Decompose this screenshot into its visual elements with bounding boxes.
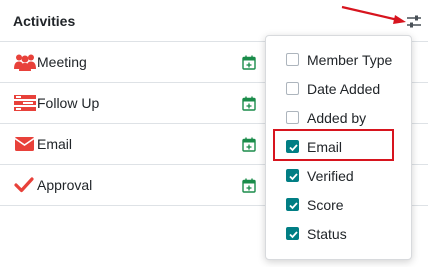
activity-label: Follow Up xyxy=(37,95,100,111)
column-option-label: Status xyxy=(307,226,347,242)
checkmark-icon xyxy=(289,231,298,239)
page-title: Activities xyxy=(13,13,76,29)
column-checkbox[interactable] xyxy=(286,53,299,66)
column-option[interactable]: Score xyxy=(266,190,411,219)
annotation-arrow xyxy=(341,5,406,24)
calendar-plus-icon[interactable] xyxy=(242,55,256,70)
calendar-plus-icon[interactable] xyxy=(242,178,256,193)
column-option[interactable]: Member Type xyxy=(266,45,411,74)
sliders-icon xyxy=(407,15,421,28)
column-option[interactable]: Status xyxy=(266,219,411,248)
column-option-label: Date Added xyxy=(307,81,381,97)
activity-label: Approval xyxy=(37,177,93,193)
check-icon xyxy=(14,176,36,194)
tasks-icon xyxy=(14,94,36,112)
column-checkbox[interactable] xyxy=(286,198,299,211)
optional-columns-toggle[interactable] xyxy=(405,13,423,31)
column-option-label: Member Type xyxy=(307,52,393,68)
checkmark-icon xyxy=(289,202,298,210)
column-option[interactable]: Added by xyxy=(266,103,411,132)
column-option-label: Verified xyxy=(307,168,354,184)
column-checkbox[interactable] xyxy=(286,82,299,95)
activity-label: Meeting xyxy=(37,54,87,70)
checkmark-icon xyxy=(289,173,298,181)
activity-label: Email xyxy=(37,136,73,152)
column-option[interactable]: Date Added xyxy=(266,74,411,103)
envelope-icon xyxy=(14,135,36,153)
calendar-plus-icon[interactable] xyxy=(242,96,256,111)
calendar-plus-icon[interactable] xyxy=(242,137,256,152)
annotation-highlight-box xyxy=(273,129,394,161)
column-option[interactable]: Verified xyxy=(266,161,411,190)
column-checkbox[interactable] xyxy=(286,111,299,124)
column-checkbox[interactable] xyxy=(286,169,299,182)
column-checkbox[interactable] xyxy=(286,227,299,240)
column-option-label: Added by xyxy=(307,110,367,126)
users-icon xyxy=(14,53,36,71)
column-option-label: Score xyxy=(307,197,344,213)
